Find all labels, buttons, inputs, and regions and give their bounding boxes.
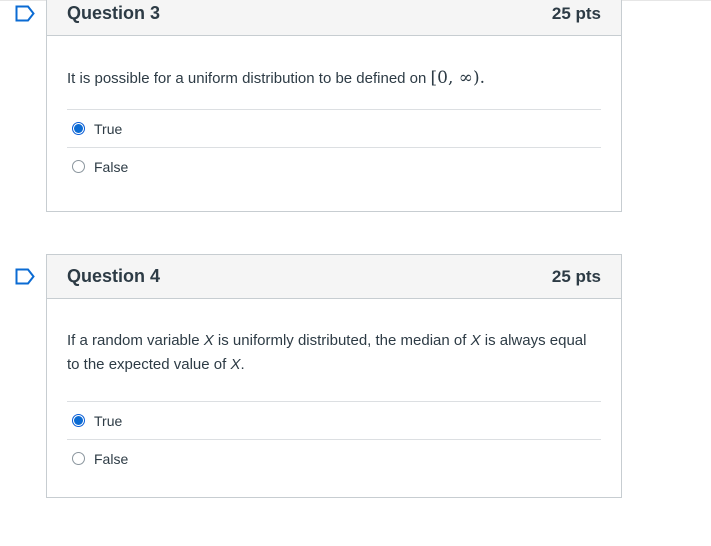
question-text-part: .: [240, 356, 245, 373]
answer-false[interactable]: False: [67, 147, 601, 185]
answer-false[interactable]: False: [67, 439, 601, 477]
radio-selected-icon[interactable]: [72, 414, 85, 427]
question-4-card: Question 4 25 pts If a random variable X…: [46, 254, 622, 498]
question-text-part: If a random variable: [67, 332, 204, 349]
answer-true[interactable]: True: [67, 109, 601, 147]
question-header: Question 4 25 pts: [47, 255, 621, 299]
math-variable: X: [230, 356, 241, 373]
question-points: 25 pts: [551, 3, 601, 23]
answer-label: True: [94, 412, 123, 429]
radio-unselected-icon[interactable]: [72, 452, 85, 465]
answer-list: True False: [67, 401, 601, 477]
question-text-body: It is possible for a uniform distributio…: [67, 70, 431, 87]
answer-true[interactable]: True: [67, 401, 601, 439]
question-text: If a random variable X is uniformly dist…: [47, 329, 607, 377]
question-header: Question 3 25 pts: [47, 0, 621, 36]
question-points: 25 pts: [551, 266, 601, 286]
radio-selected-icon[interactable]: [72, 122, 85, 135]
flag-question-icon[interactable]: [15, 5, 35, 22]
question-title: Question 3: [67, 3, 161, 23]
answer-label: True: [94, 120, 123, 137]
flag-question-icon[interactable]: [15, 268, 35, 285]
question-title: Question 4: [67, 266, 161, 286]
radio-unselected-icon[interactable]: [72, 160, 85, 173]
answer-list: True False: [67, 109, 601, 185]
math-variable: X: [470, 332, 481, 349]
answer-label: False: [94, 158, 129, 175]
answer-label: False: [94, 450, 129, 467]
math-interval: [0, ∞).: [430, 68, 485, 88]
math-variable: X: [203, 332, 214, 349]
question-text: It is possible for a uniform distributio…: [47, 66, 621, 91]
question-3-card: Question 3 25 pts It is possible for a u…: [46, 0, 622, 212]
question-text-part: is uniformly distributed, the median of: [213, 332, 471, 349]
